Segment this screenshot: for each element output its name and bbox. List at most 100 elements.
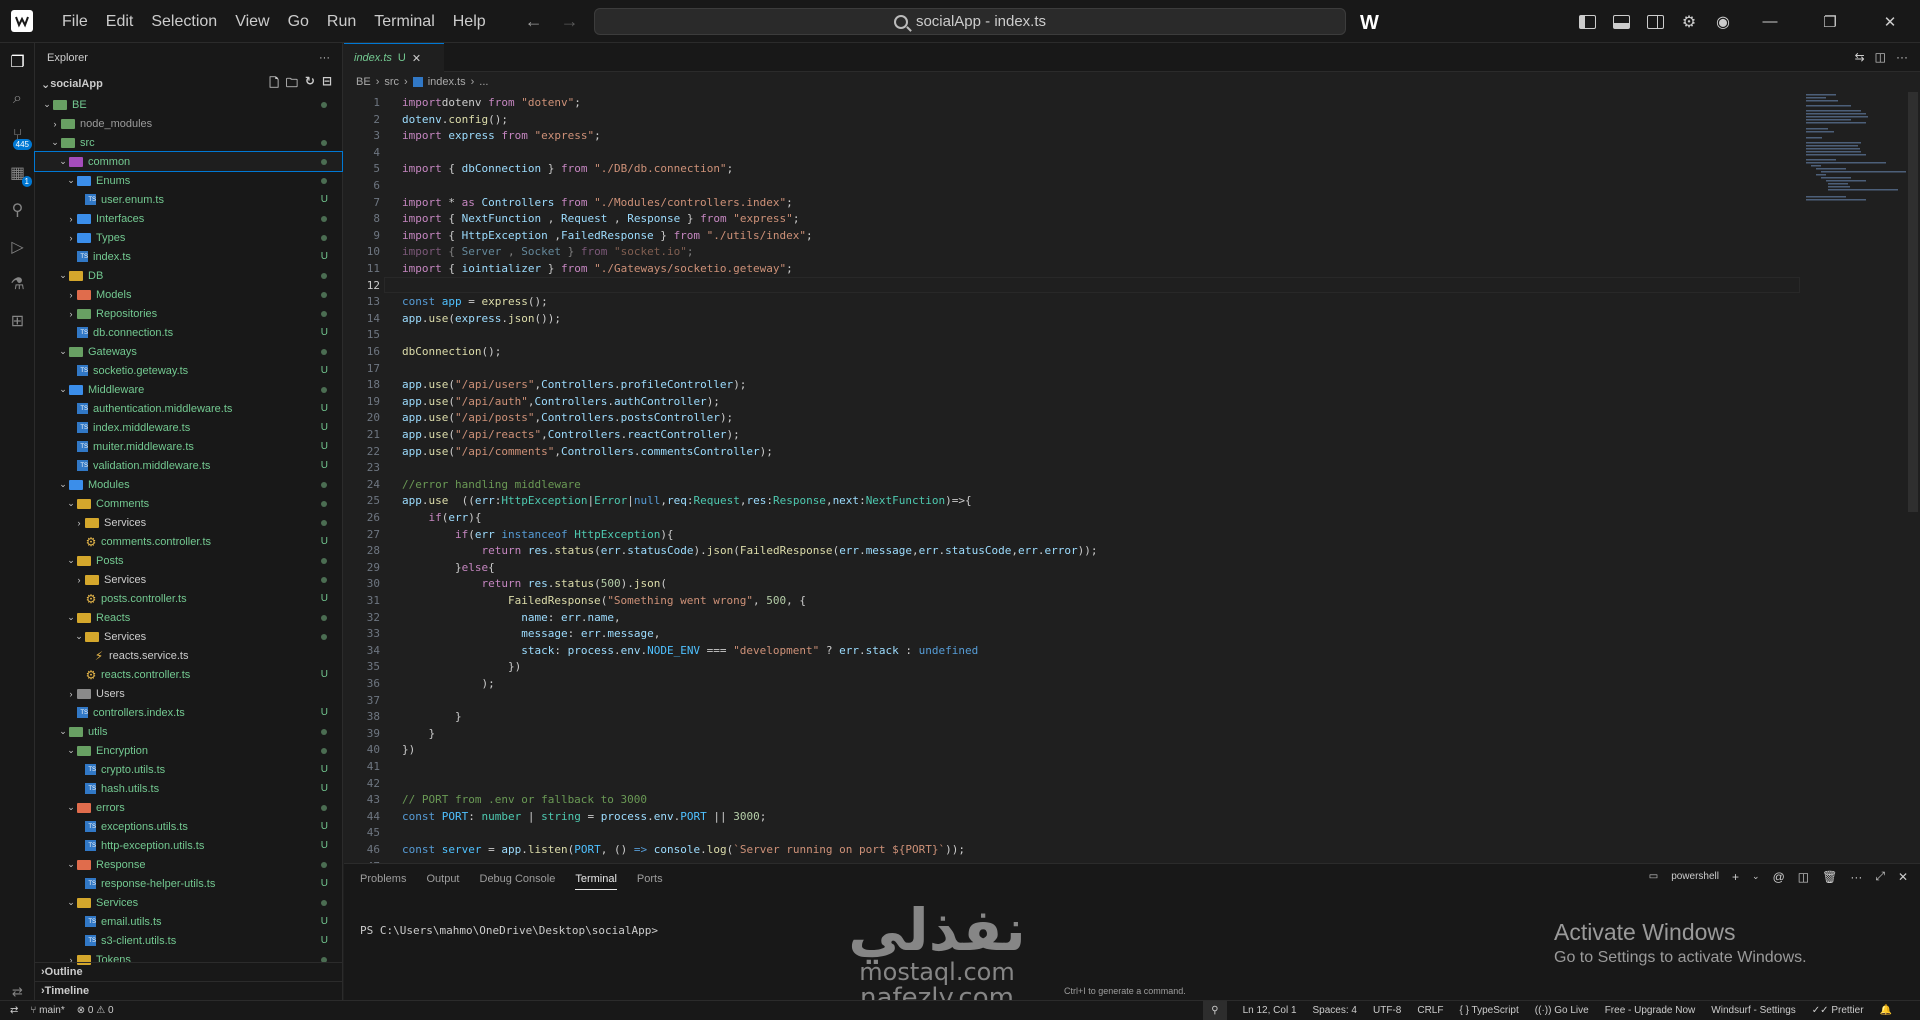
- restore-icon[interactable]: ❐: [1800, 0, 1860, 43]
- tree-folder[interactable]: ⌄ Enums: [35, 171, 342, 190]
- go-live-button[interactable]: ((·)) Go Live: [1535, 1005, 1589, 1016]
- back-arrow-icon[interactable]: ←: [525, 11, 543, 32]
- refresh-icon[interactable]: ↻: [305, 74, 315, 95]
- tree-folder[interactable]: ⌄ Middleware: [35, 380, 342, 399]
- tab-problems[interactable]: Problems: [360, 873, 406, 885]
- tab-index-ts[interactable]: index.ts U ✕: [344, 43, 444, 72]
- tree-folder[interactable]: ⌄ Reacts: [35, 608, 342, 627]
- run-debug-icon[interactable]: ⚲: [0, 191, 35, 228]
- tree-folder[interactable]: ⌄ common: [34, 151, 343, 172]
- tree-folder[interactable]: › node_modules: [35, 114, 342, 133]
- menu-run[interactable]: Run: [318, 0, 365, 43]
- tab-terminal[interactable]: Terminal: [575, 869, 617, 890]
- tree-file[interactable]: ⚙ reacts.controller.ts U: [35, 665, 342, 684]
- encoding[interactable]: UTF-8: [1373, 1005, 1401, 1016]
- split-terminal-icon[interactable]: ◫: [1798, 870, 1809, 884]
- maximize-panel-icon[interactable]: ⤢: [1875, 869, 1885, 884]
- remote-icon[interactable]: ⇄: [10, 1005, 18, 1016]
- minimap[interactable]: [1806, 92, 1906, 202]
- tree-folder[interactable]: ⌄ Modules: [35, 475, 342, 494]
- breadcrumb-src[interactable]: src: [384, 76, 399, 88]
- close-panel-icon[interactable]: ✕: [1898, 870, 1908, 884]
- search-view-icon[interactable]: ⌕: [0, 80, 35, 117]
- tab-debug-console[interactable]: Debug Console: [480, 873, 556, 885]
- tree-folder[interactable]: ⌄ Services: [35, 627, 342, 646]
- close-tab-icon[interactable]: ✕: [412, 52, 421, 65]
- breadcrumb-symbol[interactable]: ...: [479, 76, 488, 88]
- prettier-status[interactable]: ✓✓ Prettier: [1812, 1005, 1864, 1016]
- language-mode[interactable]: { } TypeScript: [1459, 1005, 1518, 1016]
- tree-folder[interactable]: › Services: [35, 570, 342, 589]
- new-terminal-icon[interactable]: +: [1732, 870, 1739, 884]
- testing-icon[interactable]: ⚗: [0, 265, 35, 302]
- tree-folder[interactable]: ⌄ src: [35, 133, 342, 152]
- windsurf-settings-button[interactable]: Windsurf - Settings: [1711, 1005, 1795, 1016]
- outline-section[interactable]: › Outline: [35, 962, 342, 981]
- breadcrumb-file[interactable]: index.ts: [428, 76, 466, 88]
- tree-folder[interactable]: › Types: [35, 228, 342, 247]
- tree-folder[interactable]: ⌄ Services: [35, 893, 342, 912]
- cursor-position[interactable]: Ln 12, Col 1: [1243, 1005, 1297, 1016]
- split-editor-icon[interactable]: ◫: [1875, 50, 1886, 64]
- extensions-icon[interactable]: ▦ 1: [0, 154, 35, 191]
- toggle-primary-sidebar-icon[interactable]: [1570, 0, 1604, 43]
- tree-folder[interactable]: › Interfaces: [35, 209, 342, 228]
- tree-file[interactable]: ⚡ reacts.service.ts: [35, 646, 342, 665]
- account-icon[interactable]: ◉: [1706, 0, 1740, 43]
- mention-icon[interactable]: @: [1773, 870, 1785, 884]
- tree-folder[interactable]: › Models: [35, 285, 342, 304]
- tree-folder[interactable]: ⌄ Gateways: [35, 342, 342, 361]
- tree-folder[interactable]: › Repositories: [35, 304, 342, 323]
- remote-explorer-icon[interactable]: ▷: [0, 228, 35, 265]
- tab-output[interactable]: Output: [426, 873, 459, 885]
- breadcrumb-be[interactable]: BE: [356, 76, 371, 88]
- tree-file[interactable]: TS authentication.middleware.ts U: [35, 399, 342, 418]
- shell-name[interactable]: powershell: [1671, 871, 1719, 882]
- code-editor[interactable]: 1 importdotenv from "dotenv"; 2 dotenv.conf…: [344, 92, 1920, 873]
- indentation[interactable]: Spaces: 4: [1313, 1005, 1357, 1016]
- menu-help[interactable]: Help: [444, 0, 495, 43]
- timeline-section[interactable]: › Timeline: [35, 981, 342, 1000]
- command-center-search[interactable]: socialApp - index.ts: [594, 8, 1346, 35]
- new-folder-icon[interactable]: 🗀: [286, 74, 298, 95]
- menu-view[interactable]: View: [226, 0, 278, 43]
- toggle-secondary-sidebar-icon[interactable]: [1638, 0, 1672, 43]
- tree-file[interactable]: TS muiter.middleware.ts U: [35, 437, 342, 456]
- tree-file[interactable]: TS index.ts U: [35, 247, 342, 266]
- tree-folder[interactable]: ⌄ Comments: [35, 494, 342, 513]
- windsurf-logo-icon[interactable]: W: [1360, 12, 1379, 35]
- chevron-down-icon[interactable]: ⌄: [1752, 871, 1760, 882]
- tree-file[interactable]: TS index.middleware.ts U: [35, 418, 342, 437]
- tab-ports[interactable]: Ports: [637, 873, 663, 885]
- notifications-bell-icon[interactable]: 🔔: [1880, 1005, 1892, 1016]
- tree-file[interactable]: TS crypto.utils.ts U: [35, 760, 342, 779]
- tree-file[interactable]: TS hash.utils.ts U: [35, 779, 342, 798]
- menu-terminal[interactable]: Terminal: [365, 0, 443, 43]
- more-editor-actions-icon[interactable]: ···: [1896, 50, 1908, 64]
- problems-status[interactable]: ⊗ 0 ⚠ 0: [77, 1005, 114, 1016]
- zoom-icon[interactable]: ⚲: [1203, 1000, 1227, 1020]
- tree-folder[interactable]: ⌄ Response: [35, 855, 342, 874]
- explorer-icon[interactable]: ❐: [0, 43, 35, 80]
- tree-folder[interactable]: ⌄ errors: [35, 798, 342, 817]
- line-endings[interactable]: CRLF: [1417, 1005, 1443, 1016]
- new-file-icon[interactable]: 🗋: [269, 74, 279, 95]
- tree-file[interactable]: TS exceptions.utils.ts U: [35, 817, 342, 836]
- toggle-panel-icon[interactable]: [1604, 0, 1638, 43]
- terminal-prompt[interactable]: PS C:\Users\mahmo\OneDrive\Desktop\socia…: [360, 924, 658, 937]
- tree-file[interactable]: TS response-helper-utils.ts U: [35, 874, 342, 893]
- tree-file[interactable]: ⚙ comments.controller.ts U: [35, 532, 342, 551]
- tree-file[interactable]: TS validation.middleware.ts U: [35, 456, 342, 475]
- compare-changes-icon[interactable]: ⇆: [1855, 50, 1865, 64]
- menu-edit[interactable]: Edit: [97, 0, 143, 43]
- vertical-scrollbar[interactable]: [1908, 92, 1918, 512]
- menu-selection[interactable]: Selection: [142, 0, 226, 43]
- tree-folder[interactable]: ⌄ Encryption: [35, 741, 342, 760]
- tree-folder[interactable]: ⌄ BE: [35, 95, 342, 114]
- menu-file[interactable]: File: [53, 0, 97, 43]
- upgrade-button[interactable]: Free - Upgrade Now: [1605, 1005, 1696, 1016]
- containers-icon[interactable]: ⊞: [0, 302, 35, 339]
- tree-file[interactable]: TS controllers.index.ts U: [35, 703, 342, 722]
- close-window-icon[interactable]: ✕: [1860, 0, 1920, 43]
- more-actions-icon[interactable]: ···: [319, 52, 330, 64]
